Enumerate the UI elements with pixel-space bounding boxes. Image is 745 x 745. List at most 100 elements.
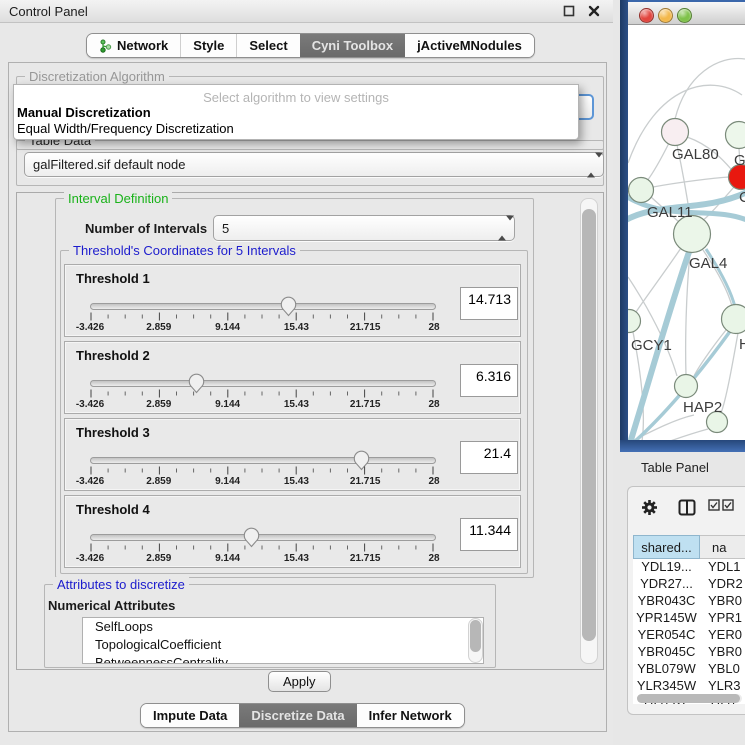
cell-shared-name: YBR045C [633, 644, 700, 661]
threshold-slider[interactable]: -3.4262.8599.14415.4321.71528 [90, 449, 434, 487]
attributes-list-scrollbar-thumb[interactable] [470, 620, 481, 652]
dropdown-option-equal-width[interactable]: Equal Width/Frequency Discretization [17, 121, 234, 136]
tab-cyni-toolbox[interactable]: Cyni Toolbox [300, 34, 405, 57]
threshold-slider[interactable]: -3.4262.8599.14415.4321.71528 [90, 295, 434, 333]
network-node[interactable] [662, 119, 689, 146]
table-row[interactable]: YDR27...YDR2 [633, 576, 745, 593]
slider-track[interactable] [90, 457, 436, 464]
network-edge[interactable] [694, 330, 726, 376]
tab-label: Style [193, 38, 224, 53]
slider-track[interactable] [90, 380, 436, 387]
table-header-row: shared...na [633, 535, 745, 559]
tab-impute-data[interactable]: Impute Data [141, 704, 239, 727]
table-row[interactable]: YBL079WYBL0 [633, 661, 745, 678]
table-hscrollbar[interactable] [637, 694, 742, 703]
mac-close-button[interactable] [639, 8, 654, 23]
cell-shared-name: YPR145W [633, 610, 700, 627]
attribute-item[interactable]: BetweennessCentrality [83, 654, 483, 664]
main-panel-scrollbar-thumb[interactable] [582, 209, 596, 641]
table-row[interactable]: YER054CYER0 [633, 627, 745, 644]
close-icon[interactable] [588, 5, 600, 17]
attributes-list-scrollbar[interactable] [468, 618, 483, 663]
tab-style[interactable]: Style [180, 34, 236, 57]
cell-name: YER0 [700, 627, 745, 644]
network-node-label: H [739, 336, 745, 353]
mac-zoom-button[interactable] [677, 8, 692, 23]
thresholds-group-title: Threshold's Coordinates for 5 Intervals [69, 243, 300, 258]
table-row[interactable]: YPR145WYPR1 [633, 610, 745, 627]
network-edge[interactable] [653, 177, 729, 187]
float-window-icon[interactable] [563, 5, 575, 17]
network-node[interactable] [674, 216, 711, 253]
table-row[interactable]: YLR345WYLR3 [633, 678, 745, 695]
column-header-1[interactable]: shared... [633, 535, 700, 559]
mac-minimize-button[interactable] [658, 8, 673, 23]
table-data-combo[interactable]: galFiltered.sif default node [24, 152, 604, 177]
table-row[interactable]: YBR043CYBR0 [633, 593, 745, 610]
tab-select[interactable]: Select [236, 34, 299, 57]
threshold-value-field[interactable]: 6.316 [460, 364, 518, 397]
select-columns-icon[interactable] [708, 499, 734, 511]
slider-track[interactable] [90, 534, 436, 541]
dropdown-option-manual[interactable]: Manual Discretization [17, 105, 151, 120]
network-edge[interactable] [647, 143, 669, 181]
node-table[interactable]: shared...na YDL19...YDL1YDR27...YDR2YBR0… [633, 535, 745, 704]
table-panel-title: Table Panel [641, 460, 709, 475]
table-row[interactable]: YBR045CYBR0 [633, 644, 745, 661]
table-row[interactable]: YDL19...YDL1 [633, 559, 745, 576]
slider-scale-label: 2.859 [146, 476, 171, 487]
threshold-slider[interactable]: -3.4262.8599.14415.4321.71528 [90, 372, 434, 410]
network-node[interactable] [629, 178, 654, 203]
network-node[interactable] [675, 375, 698, 398]
num-intervals-combo[interactable]: 5 [213, 215, 515, 241]
tab-infer-network[interactable]: Infer Network [357, 704, 464, 727]
tab-label: Discretize Data [251, 708, 344, 723]
network-edge[interactable] [675, 59, 745, 120]
tab-jactivemnodules[interactable]: jActiveMNodules [405, 34, 534, 57]
table-hscrollbar-thumb[interactable] [637, 694, 740, 703]
gear-icon[interactable] [641, 499, 658, 516]
slider-scale-label: 9.144 [215, 476, 240, 487]
slider-scale-label: 9.144 [215, 553, 240, 564]
numerical-attributes-list[interactable]: SelfLoopsTopologicalCoefficientBetweenne… [82, 617, 484, 664]
network-view[interactable]: GAL80GACGAL11GAL4GCY1HHAP2 [628, 25, 745, 440]
cell-name: YDR2 [700, 576, 745, 593]
slider-scale-label: 15.43 [284, 553, 309, 564]
table-rows: YDL19...YDL1YDR27...YDR2YBR043CYBR0YPR14… [633, 559, 745, 704]
slider-scale-label: -3.426 [76, 399, 104, 410]
slider-scale-label: -3.426 [76, 322, 104, 333]
column-header-2[interactable]: na [700, 535, 745, 559]
slider-scale-label: 28 [428, 322, 439, 333]
threshold-value-field[interactable]: 14.713 [460, 287, 518, 320]
network-edge[interactable] [721, 333, 738, 413]
attribute-item[interactable]: SelfLoops [83, 618, 483, 636]
network-node[interactable] [628, 310, 641, 333]
slider-scale-label: 15.43 [284, 322, 309, 333]
threshold-value-field[interactable]: 21.4 [460, 441, 518, 474]
attribute-item[interactable]: TopologicalCoefficient [83, 636, 483, 654]
network-node-label: C [739, 189, 745, 206]
num-intervals-value: 5 [222, 221, 229, 236]
threshold-value-field[interactable]: 11.344 [460, 518, 518, 551]
slider-ticks [90, 312, 434, 322]
panel-title: Control Panel [9, 4, 88, 19]
network-node[interactable] [726, 122, 745, 149]
network-node-label: GAL11 [647, 204, 693, 221]
threshold-slider[interactable]: -3.4262.8599.14415.4321.71528 [90, 526, 434, 564]
tab-label: Select [249, 38, 287, 53]
slider-scale-label: 15.43 [284, 399, 309, 410]
cell-name: YBL0 [700, 661, 745, 678]
network-node[interactable] [722, 305, 745, 334]
slider-scale-label: 21.715 [350, 322, 381, 333]
tab-discretize-data[interactable]: Discretize Data [239, 704, 356, 727]
slider-track[interactable] [90, 303, 436, 310]
tab-network[interactable]: Network [87, 34, 180, 57]
slider-scale-label: -3.426 [76, 476, 104, 487]
split-columns-icon[interactable] [678, 499, 696, 516]
main-panel-scrollbar[interactable] [580, 198, 598, 664]
dropdown-hint: Select algorithm to view settings [14, 90, 578, 105]
numerical-attributes-label: Numerical Attributes [48, 598, 175, 613]
apply-button[interactable]: Apply [268, 671, 331, 692]
interval-definition-title: Interval Definition [64, 191, 172, 206]
top-tab-bar: Network Style Select Cyni ToolboxjActiveMNo… [86, 33, 535, 58]
